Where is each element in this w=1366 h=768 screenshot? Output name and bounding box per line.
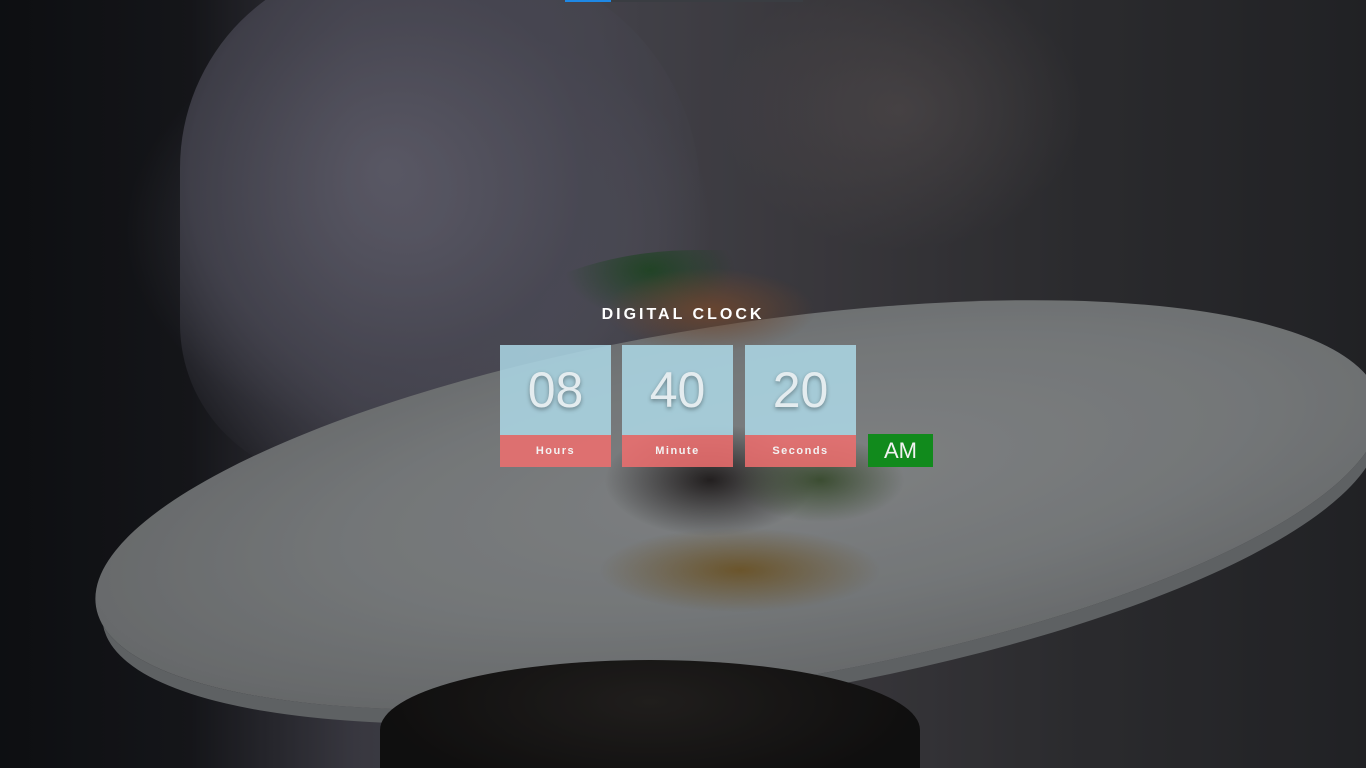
minutes-value: 40 bbox=[622, 345, 733, 435]
seconds-value: 20 bbox=[745, 345, 856, 435]
hours-unit: 08 Hours bbox=[500, 345, 611, 467]
period-badge: AM bbox=[868, 434, 933, 467]
seconds-unit: 20 Seconds bbox=[745, 345, 856, 467]
minutes-label: Minute bbox=[622, 435, 733, 467]
minutes-unit: 40 Minute bbox=[622, 345, 733, 467]
seconds-label: Seconds bbox=[745, 435, 856, 467]
top-progress-accent bbox=[565, 0, 611, 2]
hours-value: 08 bbox=[500, 345, 611, 435]
top-progress-bar bbox=[565, 0, 803, 2]
hours-label: Hours bbox=[500, 435, 611, 467]
clock-title: DIGITAL CLOCK bbox=[601, 306, 765, 323]
